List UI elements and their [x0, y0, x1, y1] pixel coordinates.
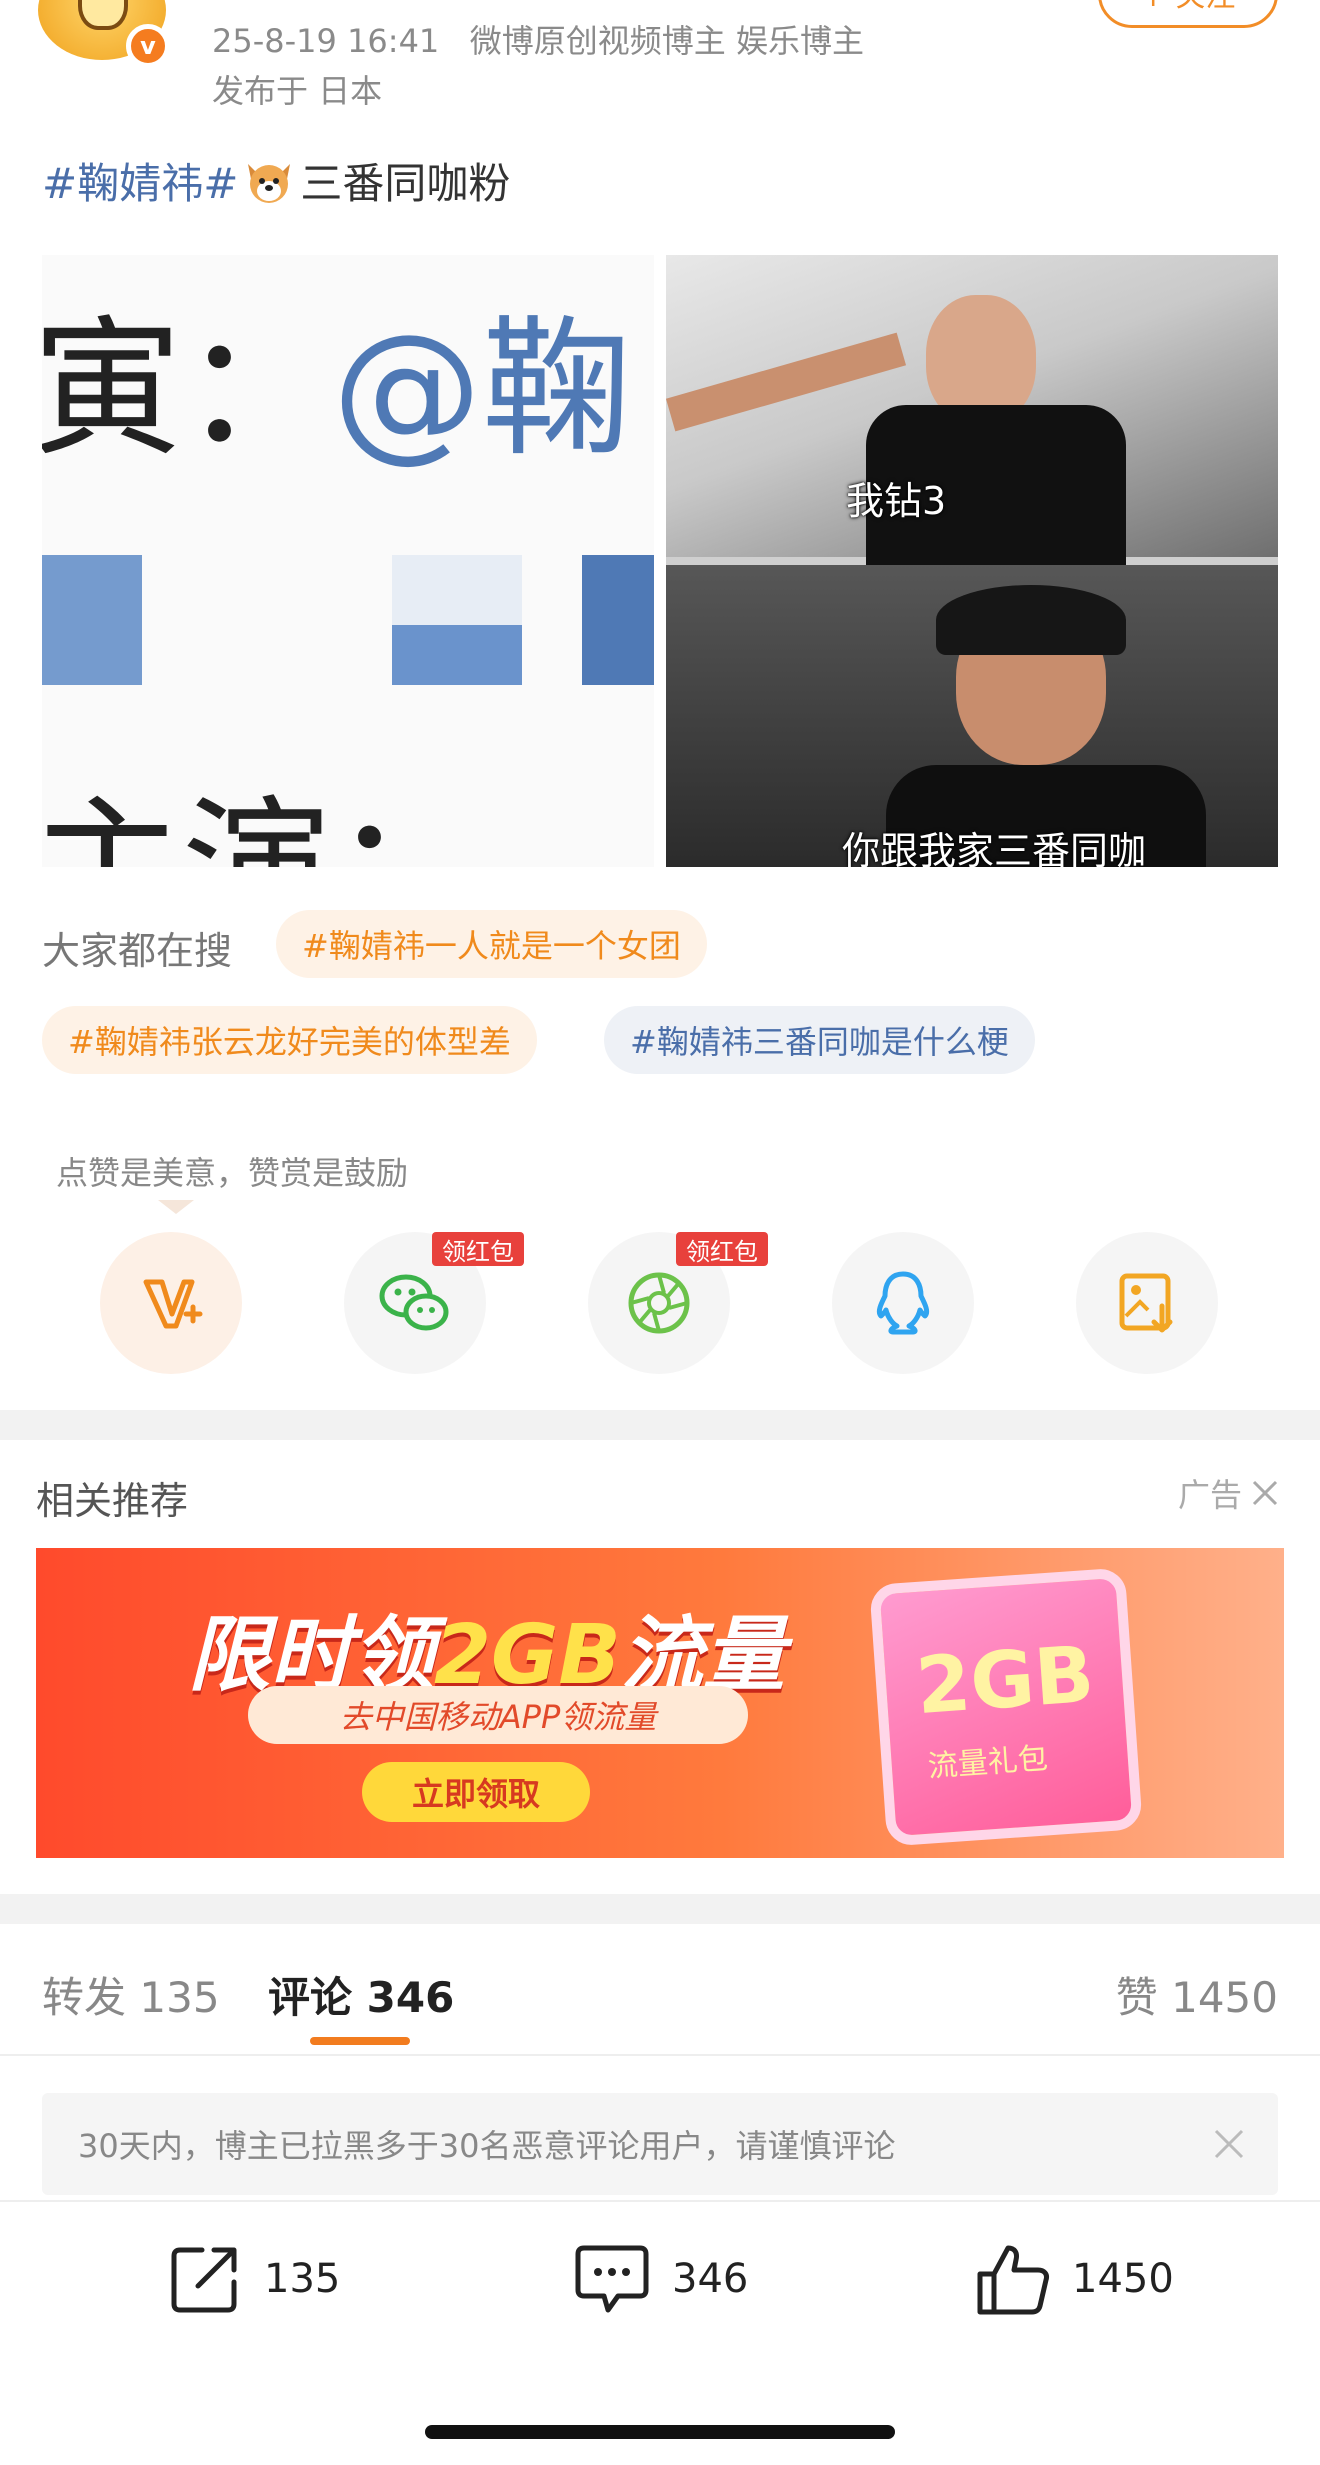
image-text-3: 主演：: [42, 795, 482, 867]
verified-badge-icon: v: [126, 24, 170, 68]
save-image-icon: [1119, 1273, 1173, 1333]
post-text: #鞠婧祎# 三番同咖粉: [42, 150, 510, 211]
tab-divider: [0, 2054, 1320, 2056]
tab-reposts[interactable]: 转发 135: [42, 1964, 220, 2025]
moments-icon: [628, 1272, 690, 1334]
hot-search-chip[interactable]: #鞠婧祎一人就是一个女团: [276, 910, 707, 978]
ad-card: 2GB 流量礼包: [869, 1567, 1143, 1847]
redpack-badge: 领红包: [432, 1232, 524, 1266]
comment-icon: [575, 2245, 649, 2313]
hint-pointer: [158, 1200, 194, 1214]
close-icon[interactable]: [1250, 1478, 1280, 1508]
redpack-badge: 领红包: [676, 1232, 768, 1266]
meme-caption-top: 我钻3: [846, 479, 947, 523]
post-date: 25-8-19 16:41: [212, 22, 440, 60]
reward-button[interactable]: [100, 1232, 242, 1374]
section-divider: [0, 1894, 1320, 1924]
like-button[interactable]: 1450: [974, 2240, 1174, 2318]
hot-search-chip[interactable]: #鞠婧祎张云龙好完美的体型差: [42, 1006, 537, 1074]
comment-button[interactable]: 346: [572, 2240, 748, 2318]
meme-caption-bottom: 你跟我家三番同咖: [842, 829, 1147, 867]
post-image-right[interactable]: 我钻3 你跟我家三番同咖: [666, 255, 1278, 867]
post-meta: 25-8-19 16:41 微博原创视频博主 娱乐博主: [212, 16, 864, 62]
image-text-2: @鞠: [332, 303, 633, 477]
repost-button[interactable]: 135: [166, 2240, 340, 2318]
section-divider: [0, 1410, 1320, 1440]
post-image-left[interactable]: 寅： @鞠 主演：: [42, 255, 654, 867]
ad-banner[interactable]: 限时领2GB流量 去中国移动APP领流量 立即领取 2GB 流量礼包: [36, 1548, 1284, 1858]
post-location: 发布于 日本: [212, 72, 383, 110]
repost-icon: [171, 2247, 237, 2313]
close-icon[interactable]: [1212, 2127, 1246, 2161]
meme-panel-bottom: 你跟我家三番同咖: [666, 565, 1278, 867]
hot-search-chip[interactable]: #鞠婧祎三番同咖是什么梗: [604, 1006, 1035, 1074]
active-tab-indicator: [310, 2037, 410, 2045]
post-body: 三番同咖粉: [300, 159, 511, 208]
ad-subtitle: 去中国移动APP领流量: [248, 1686, 748, 1744]
post-hashtag[interactable]: #鞠婧祎#: [42, 150, 238, 211]
follow-button[interactable]: + 关注: [1098, 0, 1278, 28]
ad-claim-button[interactable]: 立即领取: [362, 1762, 590, 1822]
wechat-icon: [379, 1274, 449, 1331]
meme-panel-top: 我钻3: [666, 255, 1278, 575]
qq-icon: [876, 1271, 930, 1335]
reward-v-icon: [143, 1279, 203, 1329]
dog-emoji-icon: [248, 163, 291, 203]
ad-label[interactable]: 广告: [1178, 1470, 1280, 1516]
home-indicator[interactable]: [425, 2425, 895, 2439]
author-roles: 微博原创视频博主 娱乐博主: [469, 22, 864, 60]
related-title: 相关推荐: [36, 1479, 189, 1523]
reward-hint: 点赞是美意，赞赏是鼓励: [56, 1154, 409, 1192]
thumbs-up-icon: [977, 2245, 1049, 2315]
image-text-1: 寅：: [42, 303, 333, 477]
share-qq-button[interactable]: [832, 1232, 974, 1374]
hot-search-label: 大家都在搜: [42, 929, 233, 973]
tab-likes[interactable]: 赞 1450: [1116, 1964, 1278, 2025]
tab-comments[interactable]: 评论 346: [268, 1964, 454, 2025]
comment-notice: 30天内，博主已拉黑多于30名恶意评论用户，请谨慎评论: [42, 2093, 1278, 2195]
save-image-button[interactable]: [1076, 1232, 1218, 1374]
